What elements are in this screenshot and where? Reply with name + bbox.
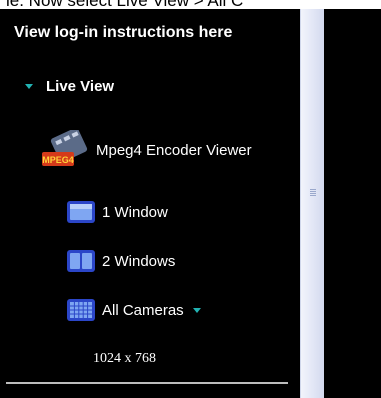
live-view-label: Live View [46,78,115,95]
menu-item-2-windows[interactable]: 2 Windows [66,249,175,273]
menu-item-label: 2 Windows [102,252,176,270]
dropdown-triangle-icon[interactable] [192,307,201,313]
live-view-toggle[interactable]: Live View [25,78,114,95]
expand-triangle-icon [25,84,33,89]
menu-item-label: All Cameras [102,301,184,319]
menu-item-all-cameras[interactable]: All Cameras [66,298,201,322]
single-window-icon [67,201,95,223]
menu-item-mpeg4-viewer[interactable]: MPEG4 Mpeg4 Encoder Viewer [40,130,252,170]
two-windows-icon [67,250,95,272]
menu-item-1-window[interactable]: 1 Window [66,200,168,224]
stray-dot [0,394,2,396]
svg-text:MPEG4: MPEG4 [42,155,74,165]
resolution-label: 1024 x 768 [93,351,156,366]
scrollbar-grip-icon[interactable] [310,189,316,197]
video-content-area [324,9,381,398]
vertical-scrollbar[interactable] [300,9,324,398]
mpeg4-icon: MPEG4 [42,130,88,166]
grid-icon [67,299,95,321]
menu-item-label: Mpeg4 Encoder Viewer [96,141,252,159]
divider [6,382,288,384]
sidebar-menu: View log-in instructions here Live View … [0,9,300,398]
menu-item-label: 1 Window [102,203,168,221]
login-instructions-link[interactable]: View log-in instructions here [14,24,232,42]
